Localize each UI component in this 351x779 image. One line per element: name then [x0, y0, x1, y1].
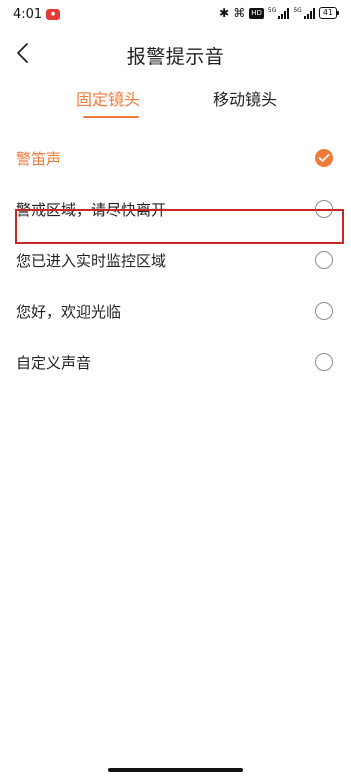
- option-custom-sound[interactable]: 自定义声音: [0, 337, 351, 388]
- nav-bar: 报警提示音: [0, 34, 351, 74]
- option-label: 警笛声: [16, 150, 62, 168]
- status-time: 4:01: [13, 7, 43, 22]
- option-monitoring-zone[interactable]: 您已进入实时监控区域: [0, 235, 351, 286]
- signal-icon: 5G: [268, 7, 290, 19]
- option-welcome[interactable]: 您好，欢迎光临: [0, 286, 351, 337]
- radio-unchecked[interactable]: [315, 302, 333, 320]
- option-siren[interactable]: 警笛声: [0, 133, 351, 184]
- tab-bar: 固定镜头 移动镜头: [0, 86, 351, 122]
- tab-fixed-camera[interactable]: 固定镜头: [76, 86, 140, 110]
- option-label: 自定义声音: [16, 354, 92, 372]
- radio-unchecked[interactable]: [315, 200, 333, 218]
- hd-badge: HD: [249, 7, 264, 19]
- home-indicator[interactable]: [108, 768, 243, 772]
- check-icon: [318, 154, 330, 162]
- bluetooth-icon: ✱: [219, 6, 230, 20]
- nfc-icon: ⌘: [233, 6, 246, 20]
- option-label: 您已进入实时监控区域: [16, 252, 167, 270]
- tab-mobile-camera[interactable]: 移动镜头: [213, 86, 277, 110]
- option-label: 您好，欢迎光临: [16, 303, 122, 321]
- status-bar: 4:01 ● ✱ ⌘ HD 5G 5G 41: [0, 0, 351, 30]
- option-label: 警戒区域，请尽快离开: [16, 201, 167, 219]
- option-warning-zone[interactable]: 警戒区域，请尽快离开: [0, 184, 351, 235]
- battery-icon: 41: [318, 7, 340, 19]
- signal-icon-2: 5G: [293, 7, 315, 19]
- status-icons: ✱ ⌘ HD 5G 5G 41: [219, 6, 340, 20]
- sound-option-list: 警笛声 警戒区域，请尽快离开 您已进入实时监控区域 您好，欢迎光临 自定义声音: [0, 133, 351, 388]
- app-notification-icon: ●: [46, 9, 60, 20]
- active-tab-indicator: [83, 116, 139, 118]
- radio-unchecked[interactable]: [315, 353, 333, 371]
- page-title: 报警提示音: [126, 46, 225, 68]
- radio-unchecked[interactable]: [315, 251, 333, 269]
- radio-checked[interactable]: [315, 149, 333, 167]
